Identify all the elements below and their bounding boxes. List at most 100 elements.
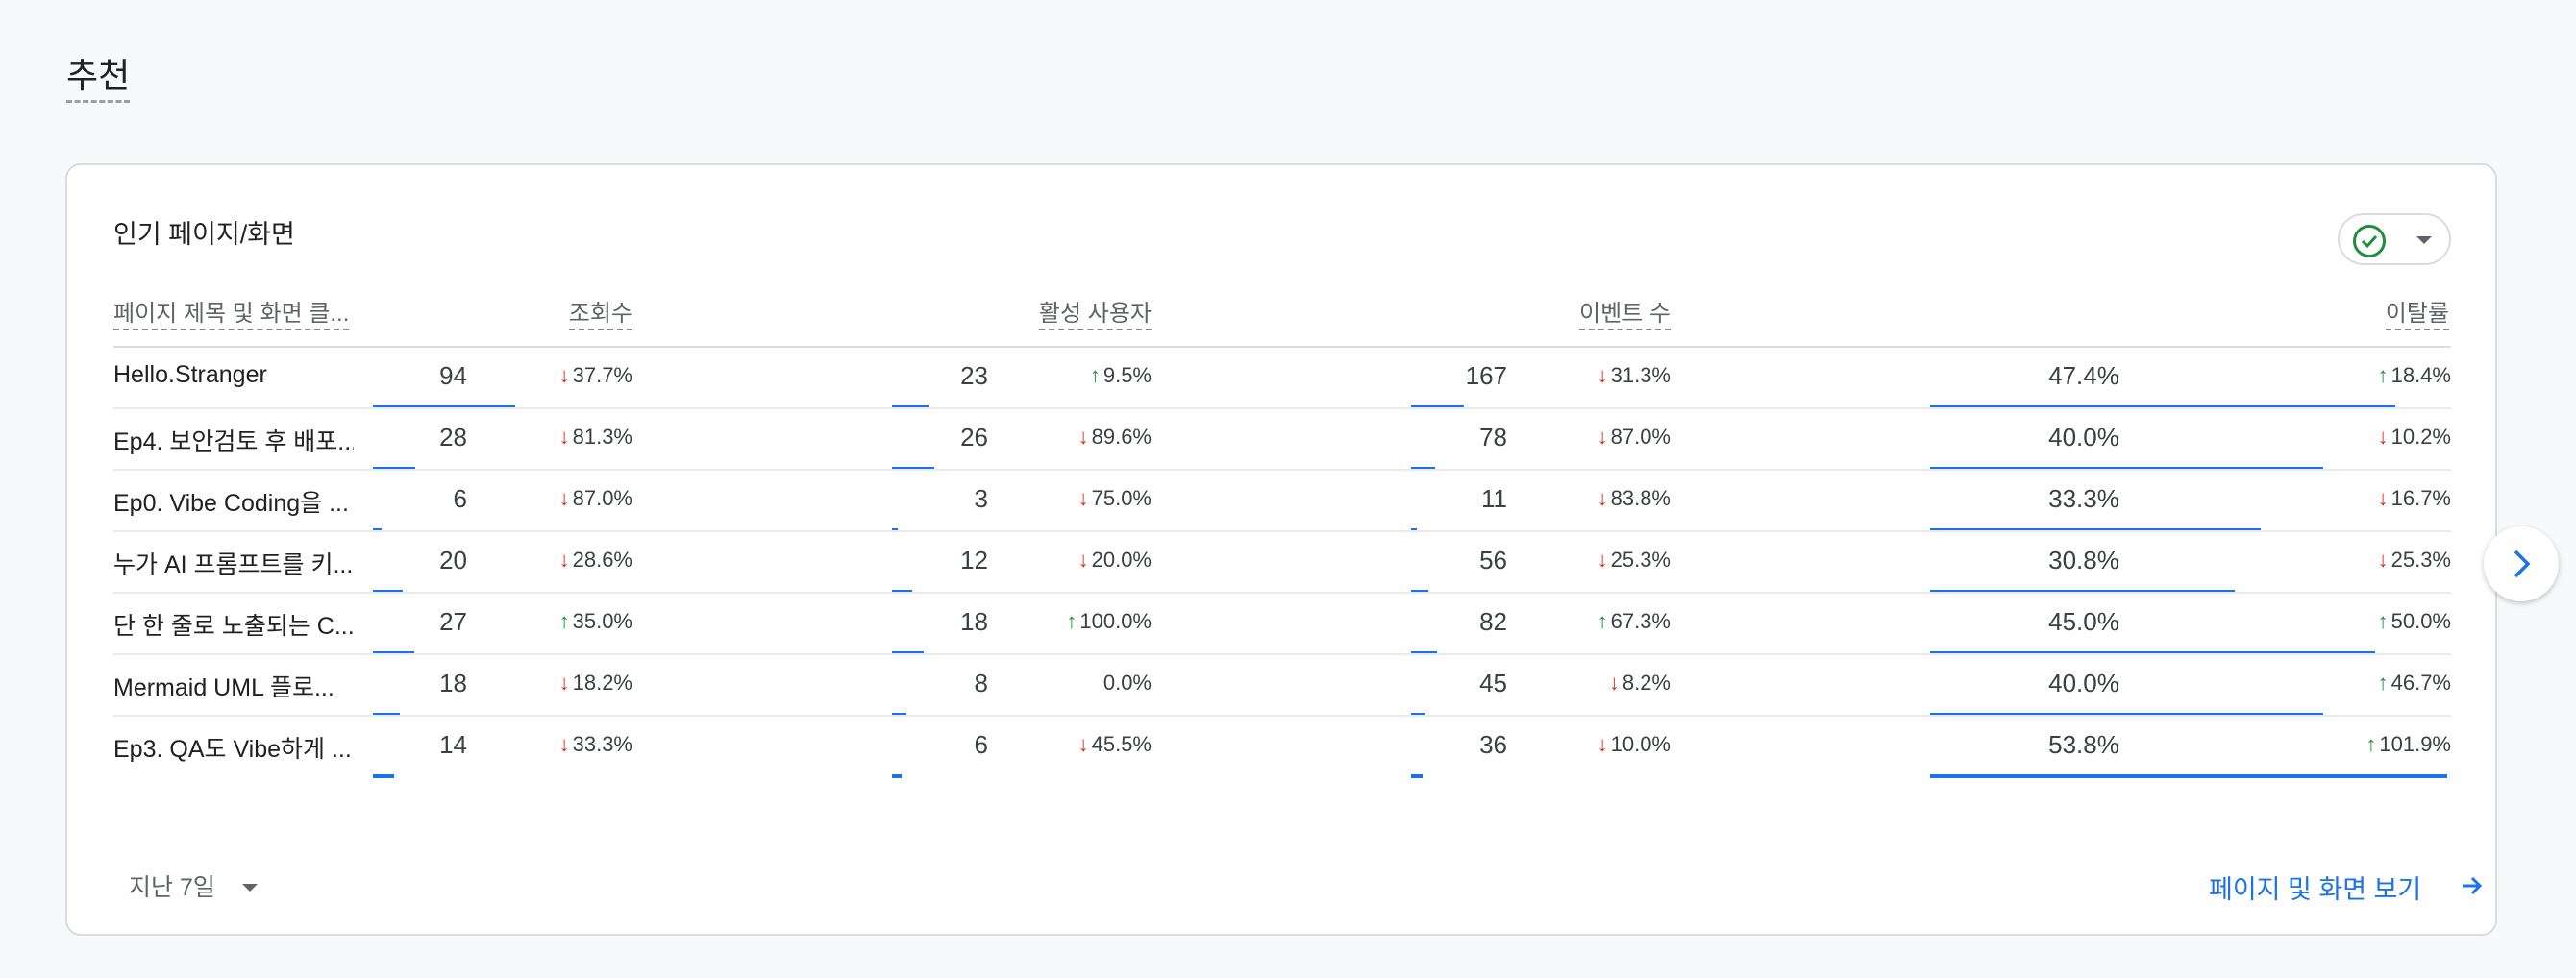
views-change: ↓ 18.2% [479, 671, 632, 696]
column-header-views[interactable]: 조회수 [568, 300, 632, 330]
arrow-down-icon: ↓ [1077, 425, 1089, 449]
arrow-up-icon: ↑ [2377, 671, 2389, 695]
bounce-value: 40.0% [2048, 423, 2119, 452]
events-value: 45 [1479, 669, 1507, 697]
users-value: 3 [974, 484, 988, 513]
bounce-value: 30.8% [2048, 546, 2119, 575]
views-change: ↓ 33.3% [479, 732, 632, 757]
views-change: ↑ 35.0% [479, 609, 632, 634]
bounce-change-value: 25.3% [2390, 548, 2451, 572]
views-change-value: 18.2% [572, 671, 632, 695]
arrow-up-icon: ↑ [1597, 609, 1608, 633]
check-circle-icon [2353, 225, 2386, 257]
column-header-bounce[interactable]: 이탈률 [2385, 300, 2449, 330]
view-pages-link-label: 페이지 및 화면 보기 [2209, 875, 2422, 904]
bounce-change: ↑ 18.4% [2297, 363, 2451, 388]
users-change-value: 9.5% [1102, 363, 1152, 387]
column-header-title[interactable]: 페이지 제목 및 화면 클... [113, 300, 350, 330]
compare-button[interactable] [2338, 213, 2451, 265]
bounce-value: 45.0% [2048, 607, 2119, 636]
card-title: 인기 페이지/화면 [113, 220, 295, 249]
arrow-down-icon: ↓ [558, 486, 570, 510]
table-row[interactable]: 단 한 줄로 노출되는 C... 27 ↑ 35.0% 18 ↑ 100.0% 82 ↑ 67.3… [113, 594, 2451, 655]
bounce-change: ↓ 25.3% [2297, 548, 2451, 573]
arrow-down-icon: ↓ [2377, 425, 2389, 449]
users-value: 18 [960, 607, 988, 636]
views-change-value: 37.7% [572, 363, 632, 387]
events-change-value: 8.2% [1622, 671, 1671, 695]
views-change: ↓ 81.3% [479, 425, 632, 450]
table-row[interactable]: Ep0. Vibe Coding을 ... 6 ↓ 87.0% 3 ↓ 75.0% 11 ↓ 83… [113, 471, 2451, 532]
arrow-down-icon: ↓ [2377, 486, 2389, 510]
arrow-down-icon: ↓ [1597, 363, 1608, 387]
views-change-value: 35.0% [572, 609, 632, 633]
next-card-button[interactable] [2484, 526, 2559, 601]
events-change: ↓ 25.3% [1517, 548, 1671, 573]
users-change: ↓ 45.5% [998, 732, 1152, 757]
arrow-down-icon: ↓ [1597, 732, 1608, 756]
views-value: 14 [439, 730, 467, 759]
table-row[interactable]: Mermaid UML 플로... 18 ↓ 18.2% 8 0.0% 45 ↓ 8.2% 40.… [113, 655, 2451, 717]
events-bar [1411, 774, 1423, 778]
section-title[interactable]: 추천 [66, 54, 131, 103]
bounce-change-value: 16.7% [2390, 486, 2451, 510]
chevron-down-icon[interactable] [242, 884, 258, 892]
arrow-down-icon: ↓ [1597, 486, 1608, 510]
events-change-value: 67.3% [1610, 609, 1671, 633]
views-change: ↓ 28.6% [479, 548, 632, 573]
views-value: 28 [439, 423, 467, 452]
events-change-value: 25.3% [1610, 548, 1671, 572]
table-row[interactable]: Ep4. 보안검토 후 배포... 28 ↓ 81.3% 26 ↓ 89.6% 78 ↓ 87.0… [113, 409, 2451, 471]
views-change-value: 87.0% [572, 486, 632, 510]
arrow-down-icon: ↓ [558, 363, 570, 387]
bounce-change-value: 46.7% [2390, 671, 2451, 695]
column-header-events[interactable]: 이벤트 수 [1579, 300, 1671, 330]
column-header-users[interactable]: 활성 사용자 [1038, 300, 1152, 330]
table-row[interactable]: 누가 AI 프롬프트를 키... 20 ↓ 28.6% 12 ↓ 20.0% 56 ↓ 25.3%… [113, 532, 2451, 594]
views-change-value: 33.3% [572, 732, 632, 756]
top-pages-card: 인기 페이지/화면 페이지 제목 및 화면 클... 조회수 활성 사용자 이벤… [65, 163, 2497, 936]
table-row[interactable]: Hello.Stranger 94 ↓ 37.7% 23 ↑ 9.5% 167 ↓ 31.3% 47… [113, 348, 2451, 409]
bounce-change-value: 10.2% [2390, 425, 2451, 449]
views-value: 18 [439, 669, 467, 697]
users-bar [892, 774, 902, 778]
views-change: ↓ 37.7% [479, 363, 632, 388]
events-change-value: 31.3% [1610, 363, 1671, 387]
events-value: 167 [1465, 361, 1507, 390]
arrow-down-icon: ↓ [1077, 548, 1089, 572]
bounce-change-value: 50.0% [2390, 609, 2451, 633]
bounce-change: ↓ 10.2% [2297, 425, 2451, 450]
bounce-change-value: 101.9% [2379, 732, 2451, 756]
arrow-down-icon: ↓ [1597, 425, 1608, 449]
views-value: 6 [453, 484, 467, 513]
arrow-down-icon: ↓ [1077, 486, 1089, 510]
arrow-up-icon: ↑ [2377, 609, 2389, 633]
date-range-select[interactable]: 지난 7일 [129, 868, 215, 903]
events-change: ↓ 31.3% [1517, 363, 1671, 388]
arrow-down-icon: ↓ [1597, 548, 1608, 572]
events-change: ↓ 87.0% [1517, 425, 1671, 450]
table-row[interactable]: Ep3. QA도 Vibe하게 ... 14 ↓ 33.3% 6 ↓ 45.5% 36 ↓ 10.… [113, 717, 2451, 778]
events-value: 78 [1479, 423, 1507, 452]
arrow-down-icon: ↓ [2377, 548, 2389, 572]
users-change-value: 45.5% [1091, 732, 1152, 756]
view-pages-link[interactable]: 페이지 및 화면 보기 [2209, 868, 2483, 906]
users-change-value: 0.0% [1102, 671, 1152, 695]
users-value: 26 [960, 423, 988, 452]
views-change-value: 28.6% [572, 548, 632, 572]
events-change-value: 87.0% [1610, 425, 1671, 449]
arrow-down-icon: ↓ [558, 671, 570, 695]
users-change-value: 75.0% [1091, 486, 1152, 510]
views-change-value: 81.3% [572, 425, 632, 449]
events-value: 56 [1479, 546, 1507, 575]
views-bar [373, 774, 394, 778]
views-value: 27 [439, 607, 467, 636]
events-value: 82 [1479, 607, 1507, 636]
arrow-up-icon: ↑ [2365, 732, 2377, 756]
events-change: ↓ 8.2% [1517, 671, 1671, 696]
events-value: 36 [1479, 730, 1507, 759]
bounce-change: ↑ 50.0% [2297, 609, 2451, 634]
arrow-up-icon: ↑ [1089, 363, 1101, 387]
views-change: ↓ 87.0% [479, 486, 632, 511]
arrow-down-icon: ↓ [558, 548, 570, 572]
